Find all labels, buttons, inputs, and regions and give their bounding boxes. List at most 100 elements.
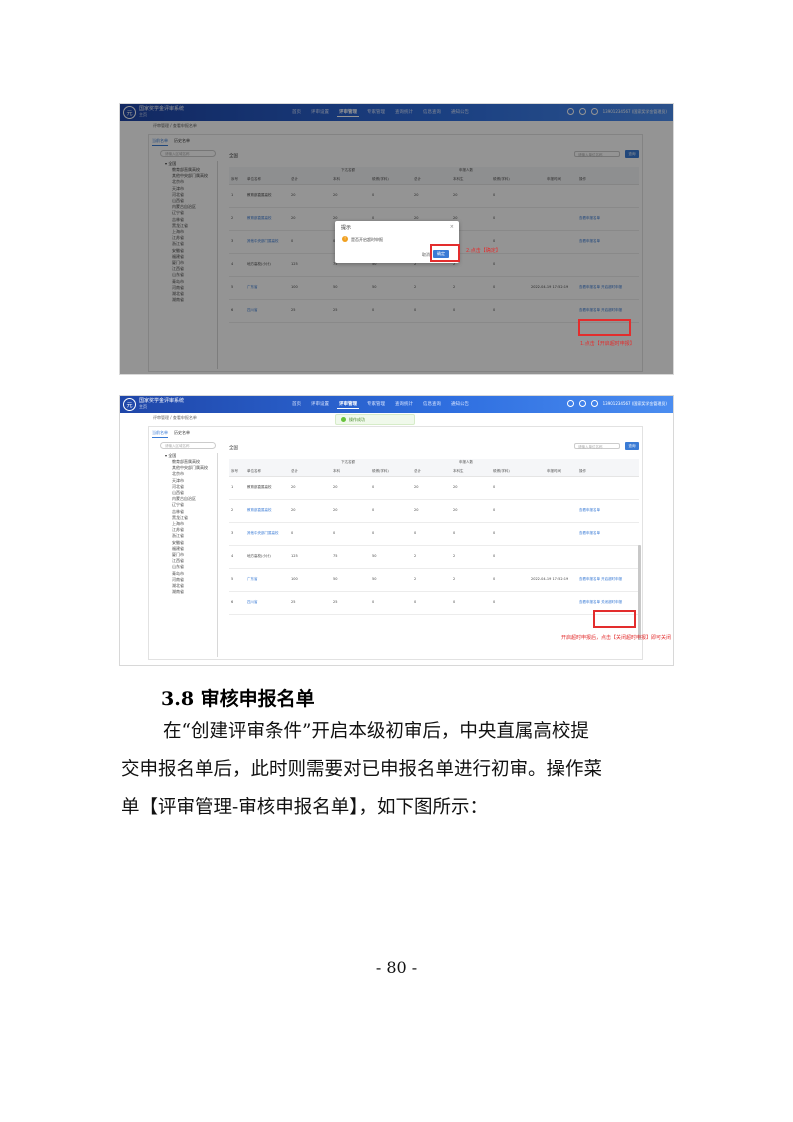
- view-list-link[interactable]: 查看申报名单: [579, 531, 600, 536]
- help-icon[interactable]: [566, 400, 574, 407]
- cell-no: 5: [231, 577, 234, 581]
- nav-review-settings[interactable]: 评审设置: [309, 401, 331, 409]
- table-row: 4 地方高校(小计) 125 75 50 2 2 0: [229, 546, 639, 569]
- header-cell: 单位名称: [247, 469, 261, 473]
- success-toast: 操作成功: [335, 414, 415, 425]
- nav-expert-management[interactable]: 专家管理: [365, 401, 387, 409]
- region-title: 全国: [229, 446, 238, 451]
- nav-info-query[interactable]: 信息查询: [421, 401, 443, 409]
- cell-value: 2: [414, 554, 417, 558]
- cell-value: 20: [453, 508, 458, 512]
- highlight-open-overtime: [578, 319, 631, 336]
- view-list-link[interactable]: 查看申报名单: [579, 508, 600, 513]
- tree-root-label: 全国: [168, 453, 177, 458]
- header-group-quota: 下达名额: [341, 460, 355, 464]
- cell-value: 0: [414, 531, 417, 535]
- section-heading: 3.8 审核申报名单: [161, 688, 315, 710]
- nav-home[interactable]: 首页: [290, 401, 303, 409]
- cell-unit-link[interactable]: 其他中央部门属高校: [247, 531, 279, 536]
- breadcrumb: 评审管理 / 查看申报名单: [153, 415, 197, 420]
- user-name[interactable]: 13901234567 (国家奖学金管理员): [603, 401, 667, 407]
- cell-value: 20: [414, 508, 419, 512]
- dialog-message: 是否开启超时申报: [351, 237, 383, 242]
- cell-time: 2022-04-19 17:52:19: [531, 577, 569, 581]
- cell-value: 20: [414, 485, 419, 489]
- highlight-close-overtime: [593, 610, 636, 628]
- cell-value: 0: [493, 485, 496, 489]
- cell-value: 20: [453, 485, 458, 489]
- bell-icon[interactable]: [578, 400, 586, 407]
- cell-value: 20: [333, 485, 338, 489]
- tree-item[interactable]: 湖南省: [163, 589, 217, 595]
- unit-search-input[interactable]: 请输入单位名称: [574, 443, 620, 449]
- paragraph-line: 在“创建评审条件”开启本级初审后，中央直属高校提: [163, 721, 589, 742]
- cell-value: 0: [372, 600, 375, 604]
- header-cell: 总计: [291, 469, 298, 473]
- cell-value: 20: [291, 485, 296, 489]
- cell-value: 0: [493, 508, 496, 512]
- dialog-title: 提示: [341, 225, 352, 231]
- header-cell: 序号: [231, 469, 238, 473]
- cell-value: 25: [291, 600, 296, 604]
- close-icon[interactable]: ×: [450, 224, 454, 230]
- cell-no: 3: [231, 531, 234, 535]
- cell-value: 0: [453, 531, 456, 535]
- cell-value: 50: [372, 577, 377, 581]
- screenshot-open-overtime-dialog: 元 国家奖学金评审系统 主页 首页 评审设置 评审管理 专家管理 查询统计 信息…: [120, 104, 673, 374]
- subtabs: 当前名单 历史名单: [152, 430, 190, 438]
- table-row: 3 其他中央部门属高校 0 0 0 0 0 0 查看申报名单: [229, 523, 639, 546]
- cell-unit-link[interactable]: 四川省: [247, 600, 258, 605]
- cell-unit: 地方高校(小计): [247, 554, 271, 558]
- header-cell: 硕博(学科): [372, 469, 389, 473]
- app-subtitle: 主页: [139, 404, 147, 409]
- top-navigation-bar: 元 国家奖学金评审系统 主页 首页 评审设置 评审管理 专家管理 查询统计 信息…: [120, 396, 673, 413]
- region-tree: ▾ 全国 教育部直属高校 其他中央部门属高校 北京市 天津市 河北省 山西省 内…: [163, 453, 218, 657]
- paragraph-line: 交申报名单后，此时则需要对已申报名单进行初审。操作菜: [121, 759, 603, 780]
- highlight-confirm-button: [430, 244, 460, 262]
- table-scrollbar[interactable]: [638, 545, 641, 640]
- cell-value: 50: [372, 554, 377, 558]
- header-cell: 硕博(学科): [493, 469, 510, 473]
- cell-unit-link[interactable]: 教育部直属高校: [247, 508, 272, 513]
- cell-value: 25: [333, 600, 338, 604]
- header-cell: 操作: [579, 469, 586, 473]
- cell-value: 0: [372, 508, 375, 512]
- cell-no: 6: [231, 600, 234, 604]
- table-row: 5 广东省 100 50 50 2 2 0 2022-04-19 17:52:1…: [229, 569, 639, 592]
- query-button[interactable]: 查询: [625, 442, 639, 450]
- cell-value: 0: [493, 577, 496, 581]
- tab-current-list[interactable]: 当前名单: [152, 430, 168, 438]
- cell-value: 2: [414, 577, 417, 581]
- nav-announcements[interactable]: 通知公告: [449, 401, 471, 409]
- cell-value: 0: [291, 531, 294, 535]
- cell-value: 20: [333, 508, 338, 512]
- header-cell: 总计: [414, 469, 421, 473]
- cell-value: 0: [493, 531, 496, 535]
- cell-value: 0: [372, 531, 375, 535]
- tab-history-list[interactable]: 历史名单: [174, 430, 190, 438]
- cell-value: 50: [333, 577, 338, 581]
- cell-value: 2: [453, 577, 456, 581]
- cancel-button[interactable]: 取消: [422, 252, 430, 258]
- header-cell: 本科: [333, 469, 340, 473]
- main-nav: 首页 评审设置 评审管理 专家管理 查询统计 信息查询 通知公告: [290, 401, 471, 409]
- app-logo-icon: 元: [123, 398, 136, 411]
- quota-table: 下达名额 申报人数 序号 单位名称 总计 本科 硕博(学科) 总计 本科生 硕博…: [229, 459, 639, 615]
- cell-value: 0: [493, 600, 496, 604]
- cell-value: 0: [414, 600, 417, 604]
- screenshot-overtime-opened: 元 国家奖学金评审系统 主页 首页 评审设置 评审管理 专家管理 查询统计 信息…: [120, 396, 673, 665]
- nav-review-management[interactable]: 评审管理: [337, 401, 359, 409]
- check-circle-icon: [341, 417, 346, 422]
- row-actions[interactable]: 查看申报名单 开启超时申报: [579, 577, 622, 582]
- cell-unit-link[interactable]: 广东省: [247, 577, 258, 582]
- nav-query-statistics[interactable]: 查询统计: [393, 401, 415, 409]
- cell-no: 1: [231, 485, 234, 489]
- table-header: 下达名额 申报人数 序号 单位名称 总计 本科 硕博(学科) 总计 本科生 硕博…: [229, 459, 639, 477]
- cell-value: 0: [493, 554, 496, 558]
- header-cell: 本科生: [453, 469, 464, 473]
- note-click-confirm: 2.点击【确定】: [466, 248, 501, 254]
- region-search-input[interactable]: 请输入区域名称: [160, 442, 216, 449]
- user-avatar-icon[interactable]: [590, 400, 598, 407]
- content-panel: 当前名单 历史名单 请输入区域名称 ▾ 全国 教育部直属高校 其他中央部门属高校…: [148, 426, 643, 660]
- row-actions[interactable]: 查看申报名单 关闭超时申报: [579, 600, 622, 605]
